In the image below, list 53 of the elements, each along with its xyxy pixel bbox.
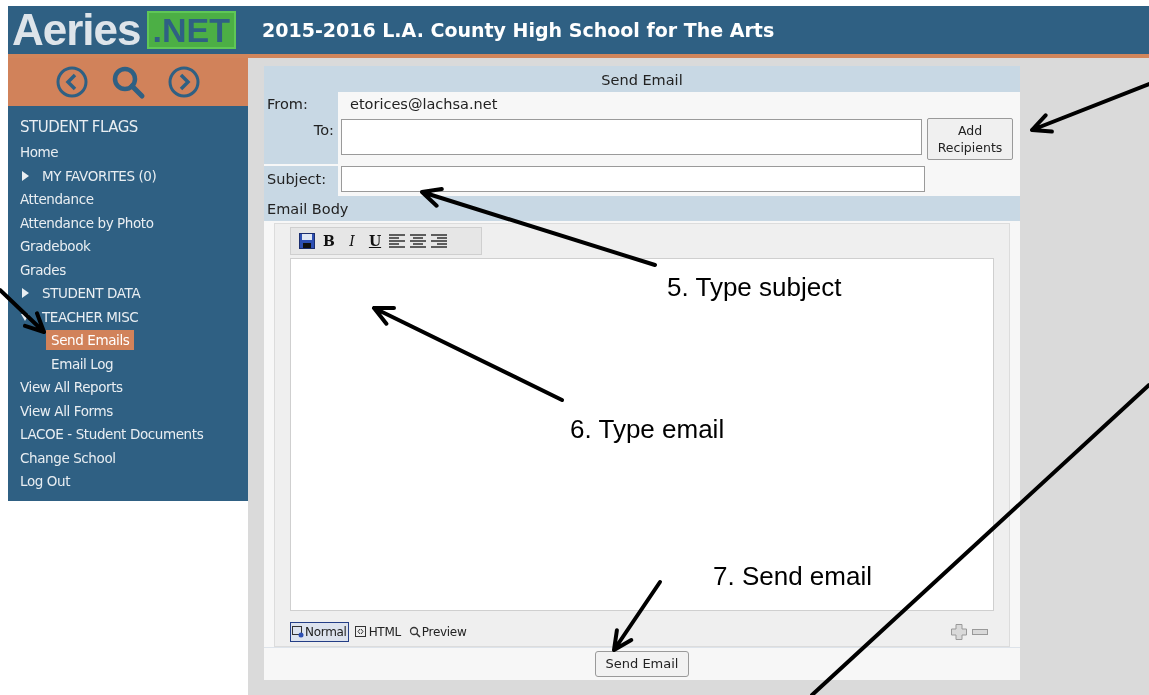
to-label: To: xyxy=(264,116,338,164)
italic-button[interactable]: I xyxy=(343,230,361,252)
sidebar-item[interactable]: Change School xyxy=(15,447,121,468)
sidebar-item[interactable]: Email Log xyxy=(46,353,119,374)
underline-button[interactable]: U xyxy=(366,230,384,252)
subject-field[interactable] xyxy=(341,166,925,192)
forward-icon[interactable] xyxy=(168,66,200,98)
sidebar-item[interactable]: View All Forms xyxy=(15,400,118,421)
add-recipients-button[interactable]: Add Recipients xyxy=(927,118,1013,160)
annotation-text: 6. Type email xyxy=(570,413,725,446)
logo-badge: .NET xyxy=(146,11,236,49)
send-email-button[interactable]: Send Email xyxy=(594,651,690,677)
sidebar-item[interactable]: Attendance by Photo xyxy=(15,212,159,233)
email-body-field[interactable] xyxy=(290,258,994,611)
collapsed-triangle-icon[interactable] xyxy=(21,170,30,181)
normal-view-icon xyxy=(292,626,304,638)
mode-tab[interactable]: Normal xyxy=(290,622,349,642)
plus-icon[interactable] xyxy=(951,624,967,640)
sidebar-item[interactable]: LACOE - Student Documents xyxy=(15,424,209,445)
search-icon[interactable] xyxy=(110,64,146,100)
email-body-label: Email Body xyxy=(264,196,1020,221)
form-title: Send Email xyxy=(264,66,1020,92)
sidebar-heading: STUDENT FLAGS xyxy=(20,117,139,138)
sidebar-item[interactable]: STUDENT DATA xyxy=(37,283,146,304)
sidebar-item[interactable]: Home xyxy=(15,142,64,163)
annotation-text: 5. Type subject xyxy=(667,271,842,304)
save-icon[interactable] xyxy=(299,233,315,249)
collapsed-triangle-icon[interactable] xyxy=(21,288,30,299)
mode-tab[interactable]: HTML xyxy=(352,622,403,642)
sidebar-item[interactable]: Send Emails xyxy=(46,330,135,351)
to-field[interactable] xyxy=(341,119,922,155)
subject-label: Subject: xyxy=(264,166,338,196)
sidebar-item[interactable]: TEACHER MISC xyxy=(37,306,144,327)
sidebar-item[interactable]: View All Reports xyxy=(15,377,128,398)
align-left-icon[interactable] xyxy=(389,233,405,249)
minus-icon[interactable] xyxy=(972,629,988,635)
bold-button[interactable]: B xyxy=(320,230,338,252)
align-right-icon[interactable] xyxy=(431,233,447,249)
from-label: From: xyxy=(264,92,338,116)
sidebar-item[interactable]: Log Out xyxy=(15,471,76,492)
sidebar-item[interactable]: Gradebook xyxy=(15,236,96,257)
annotation-text: 7. Send email xyxy=(713,560,872,593)
back-icon[interactable] xyxy=(56,66,88,98)
logo-text: Aeries xyxy=(12,8,141,52)
align-center-icon[interactable] xyxy=(410,233,426,249)
sidebar-item[interactable]: MY FAVORITES (0) xyxy=(37,165,162,186)
sidebar-item[interactable]: Attendance xyxy=(15,189,99,210)
code-icon xyxy=(354,626,367,638)
annotation-arrow xyxy=(612,580,662,652)
school-title: 2015-2016 L.A. County High School for The Arts xyxy=(262,17,775,43)
magnifier-icon xyxy=(408,626,421,638)
mode-tab[interactable]: Preview xyxy=(406,622,469,642)
sidebar-item[interactable]: Grades xyxy=(15,259,71,280)
